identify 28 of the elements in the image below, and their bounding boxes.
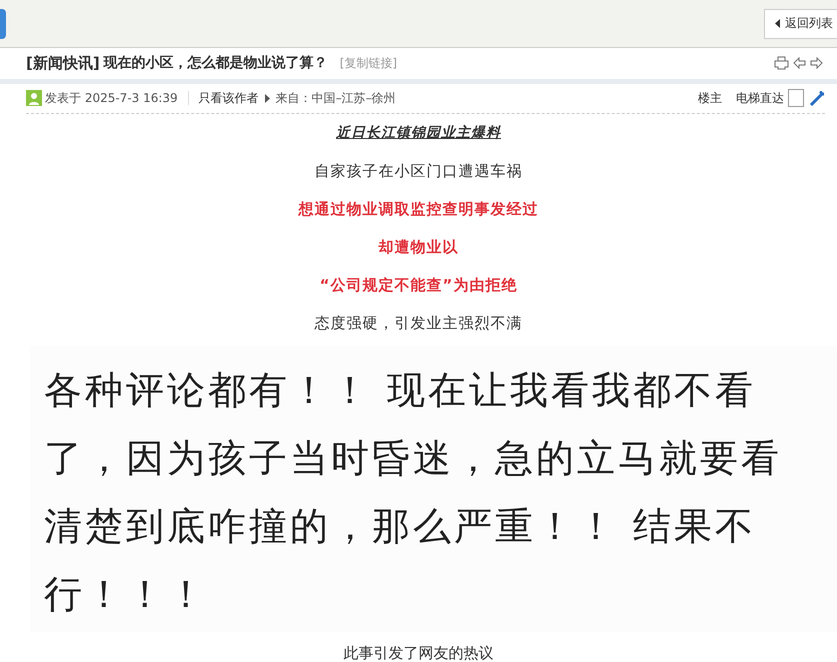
- back-to-list-button[interactable]: 返回列表: [764, 8, 837, 39]
- next-arrow-icon[interactable]: [810, 57, 823, 70]
- post-text: 态度强硬，引发业主强烈不满: [314, 313, 522, 334]
- post-text: “公司规定不能查”为由拒绝: [320, 275, 518, 296]
- caret-icon: [264, 94, 270, 103]
- caret-icon: [775, 19, 780, 28]
- post-text: 此事引发了网友的热议: [342, 644, 494, 662]
- thread-title: 现在的小区，怎么都是物业说了算？: [104, 54, 328, 72]
- side-tab[interactable]: [0, 8, 6, 39]
- location-text: 来自：中国–江苏–徐州: [276, 90, 396, 107]
- floor-label: 楼主: [698, 90, 722, 107]
- screenshot-text: 各种评论都有！！ 现在让我看我都不看: [44, 367, 758, 414]
- post-heading: 近日长江镇锦园业主爆料: [336, 124, 501, 143]
- floor-input-field[interactable]: [788, 89, 804, 108]
- screenshot-text: 清楚到底咋撞的，那么严重！！ 结果不: [44, 503, 758, 550]
- post-date: 发表于 2025-7-3 16:39: [45, 90, 178, 107]
- previous-arrow-icon[interactable]: [793, 57, 806, 70]
- post-text: 想通过物业调取监控查明事发经过: [298, 199, 538, 220]
- screenshot-text: 行！！！: [44, 571, 209, 618]
- screenshot-text: 了，因为孩子当时昏迷，急的立马就要看: [44, 435, 783, 482]
- escalator-icon[interactable]: [810, 90, 825, 106]
- user-icon: [26, 90, 42, 106]
- jump-label: 电梯直达: [736, 90, 784, 107]
- print-icon[interactable]: [774, 56, 789, 70]
- post-text: 自家孩子在小区门口遭遇车祸: [314, 161, 522, 182]
- post-text: 却遭物业以: [378, 237, 458, 258]
- category-label: [新闻快讯]: [26, 54, 100, 73]
- author-only-link[interactable]: 只看该作者: [198, 90, 259, 107]
